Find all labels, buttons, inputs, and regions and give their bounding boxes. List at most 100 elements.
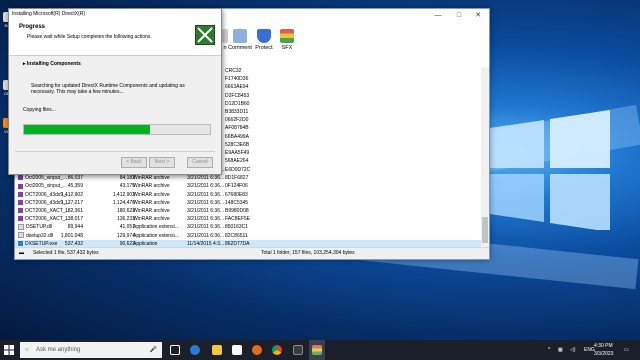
volume-icon[interactable]: ◁) [570,347,576,353]
table-row[interactable]: OCT2006_d3dx9_... 1,412,902 1,412,902 WinRA… [15,191,481,199]
cell-modified: 3/21/2011 6:36... [187,199,225,206]
file-name: dsetup32.dll [26,232,53,239]
file-explorer-icon[interactable] [212,345,222,355]
protect-button[interactable]: Protect [252,29,276,51]
cell-modified: 3/21/2011 6:36... [187,216,225,223]
file-name: DSETUP.dll [26,224,53,231]
taskbar: ○ Ask me anything 🎤 ^ ▦ ◁) ENG 4:30 PM 3… [0,340,640,360]
progress-bar [23,124,211,135]
cell-crc: 67680E83 [225,191,248,198]
cell-type: WinRAR archive [133,199,170,206]
cancel-button[interactable]: Cancel [187,157,213,168]
sfx-icon [280,29,294,43]
cell-crc: FAC8EF5E [225,216,251,223]
dll-file-icon [18,232,24,239]
table-row[interactable]: OCT2006_XACT_... 182,361 180,622 WinRAR arc… [15,207,481,215]
cell-type: Application extensi... [133,232,179,239]
table-row[interactable]: dsetup32.dll 1,801,048 129,974 Application … [15,232,481,240]
film-icon[interactable] [293,345,303,355]
progress-subheading: Please wait while Setup completes the fo… [27,34,152,40]
table-row[interactable]: OCT2006_d3dx9_... 1,127,217 1,124,470 WinRA… [15,199,481,207]
cell-crc: 850163C1 [225,224,249,231]
cell-type: WinRAR archive [133,183,170,190]
cell-type: WinRAR archive [133,208,170,214]
cell-packed: 1,124,470 [112,199,135,206]
step-item: ▸ Installing Components [23,61,81,67]
status-selected: Selected 1 file, 537,432 bytes [33,250,99,256]
cell-crc: B9980D08 [225,208,249,214]
crc-value: F1740D36 [225,76,249,83]
crc-value: 66BA499A [225,133,249,140]
divider [15,151,215,152]
status-total: Total 1 folder, 157 files, 103,254,304 b… [261,250,355,256]
crc-value: 0662F2D0 [225,117,249,124]
crc-value: 568AE264 [225,158,249,165]
firefox-icon[interactable] [252,345,262,355]
close-button[interactable]: ✕ [469,11,487,21]
comment-button[interactable]: Comment [228,29,252,51]
table-row[interactable]: DSETUP.dll 89,944 41,051 Application extens… [15,223,481,231]
scroll-thumb[interactable] [482,217,488,243]
cell-size: 89,944 [67,224,83,231]
cell-size: 45,359 [67,183,83,190]
cell-type: WinRAR archive [133,175,170,182]
crc-value: CRC32 [225,68,242,74]
drive-icon: ▬ [19,250,24,256]
next-button[interactable]: Next > [149,157,175,168]
rar-file-icon [18,208,23,214]
cell-size: 1,412,902 [60,191,83,198]
status-bar: ▬ Selected 1 file, 537,432 bytes Total 1… [15,247,489,259]
cell-size: 182,361 [64,208,83,214]
search-box[interactable]: ○ Ask me anything 🎤 [20,342,162,358]
cell-modified: 3/21/2011 6:36... [187,191,225,198]
network-icon[interactable]: ▦ [558,347,563,353]
search-icon: ○ [25,347,29,353]
cell-size: 1,801,048 [60,232,83,239]
notifications-icon[interactable]: ▭ [624,347,629,353]
maximize-button[interactable]: □ [450,11,468,21]
exe-file-icon [18,240,23,246]
cell-modified: 3/21/2011 6:36... [187,208,225,214]
rar-file-icon [18,191,23,197]
comment-icon [233,29,247,43]
directx-logo [195,25,215,45]
rar-file-icon [18,175,23,181]
cell-type: WinRAR archive [133,216,170,223]
cell-crc: 0F124F06 [225,183,248,190]
microphone-icon[interactable]: 🎤 [150,342,157,358]
table-row[interactable]: OCT2006_XACT_... 138,017 136,233 WinRAR arc… [15,215,481,223]
shield-icon [257,29,271,43]
clock-date[interactable]: 3/3/2023 [594,351,613,357]
edge-icon[interactable] [190,345,200,355]
chrome-icon[interactable] [272,345,282,355]
tray-chevron-icon[interactable]: ^ [548,347,550,353]
table-row[interactable]: Oct2005_xinput_... 86,037 84,182 WinRAR arc… [15,174,481,182]
cell-modified: 3/21/2011 6:36... [187,175,225,182]
cell-modified: 3/21/2011 6:36... [187,224,225,231]
table-row[interactable]: Oct2005_xinput_... 45,359 43,175 WinRAR arc… [15,182,481,190]
crc-value: E9AA5F49 [225,150,250,156]
start-button[interactable] [4,345,14,355]
cell-packed: 136,233 [116,216,135,223]
crc-value: D12D1B60 [225,100,250,107]
cell-packed: 43,175 [119,183,135,190]
clock-time[interactable]: 4:30 PM [594,343,613,349]
progress-heading: Progress [19,24,46,30]
crc-value: B3833D11 [225,109,249,115]
cell-crc: E6D0D72C [225,167,251,173]
crc-value: AF08784B [225,125,249,132]
back-button[interactable]: < Back [121,157,147,168]
minimize-button[interactable]: — [429,11,447,21]
windows-start-icon [4,345,14,355]
store-icon[interactable] [232,345,242,355]
scrollbar[interactable] [481,67,489,249]
sfx-button[interactable]: SFX [275,29,299,51]
search-input: Ask me anything [36,347,81,353]
task-view-icon[interactable] [170,345,180,355]
crc-value: 6663AE94 [225,84,249,91]
active-app-highlight [309,340,325,360]
rar-file-icon [18,216,23,222]
cell-name: DSETUP.dll [18,223,52,231]
cell-crc: 148C5345 [225,199,249,206]
progress-fill [24,125,151,134]
